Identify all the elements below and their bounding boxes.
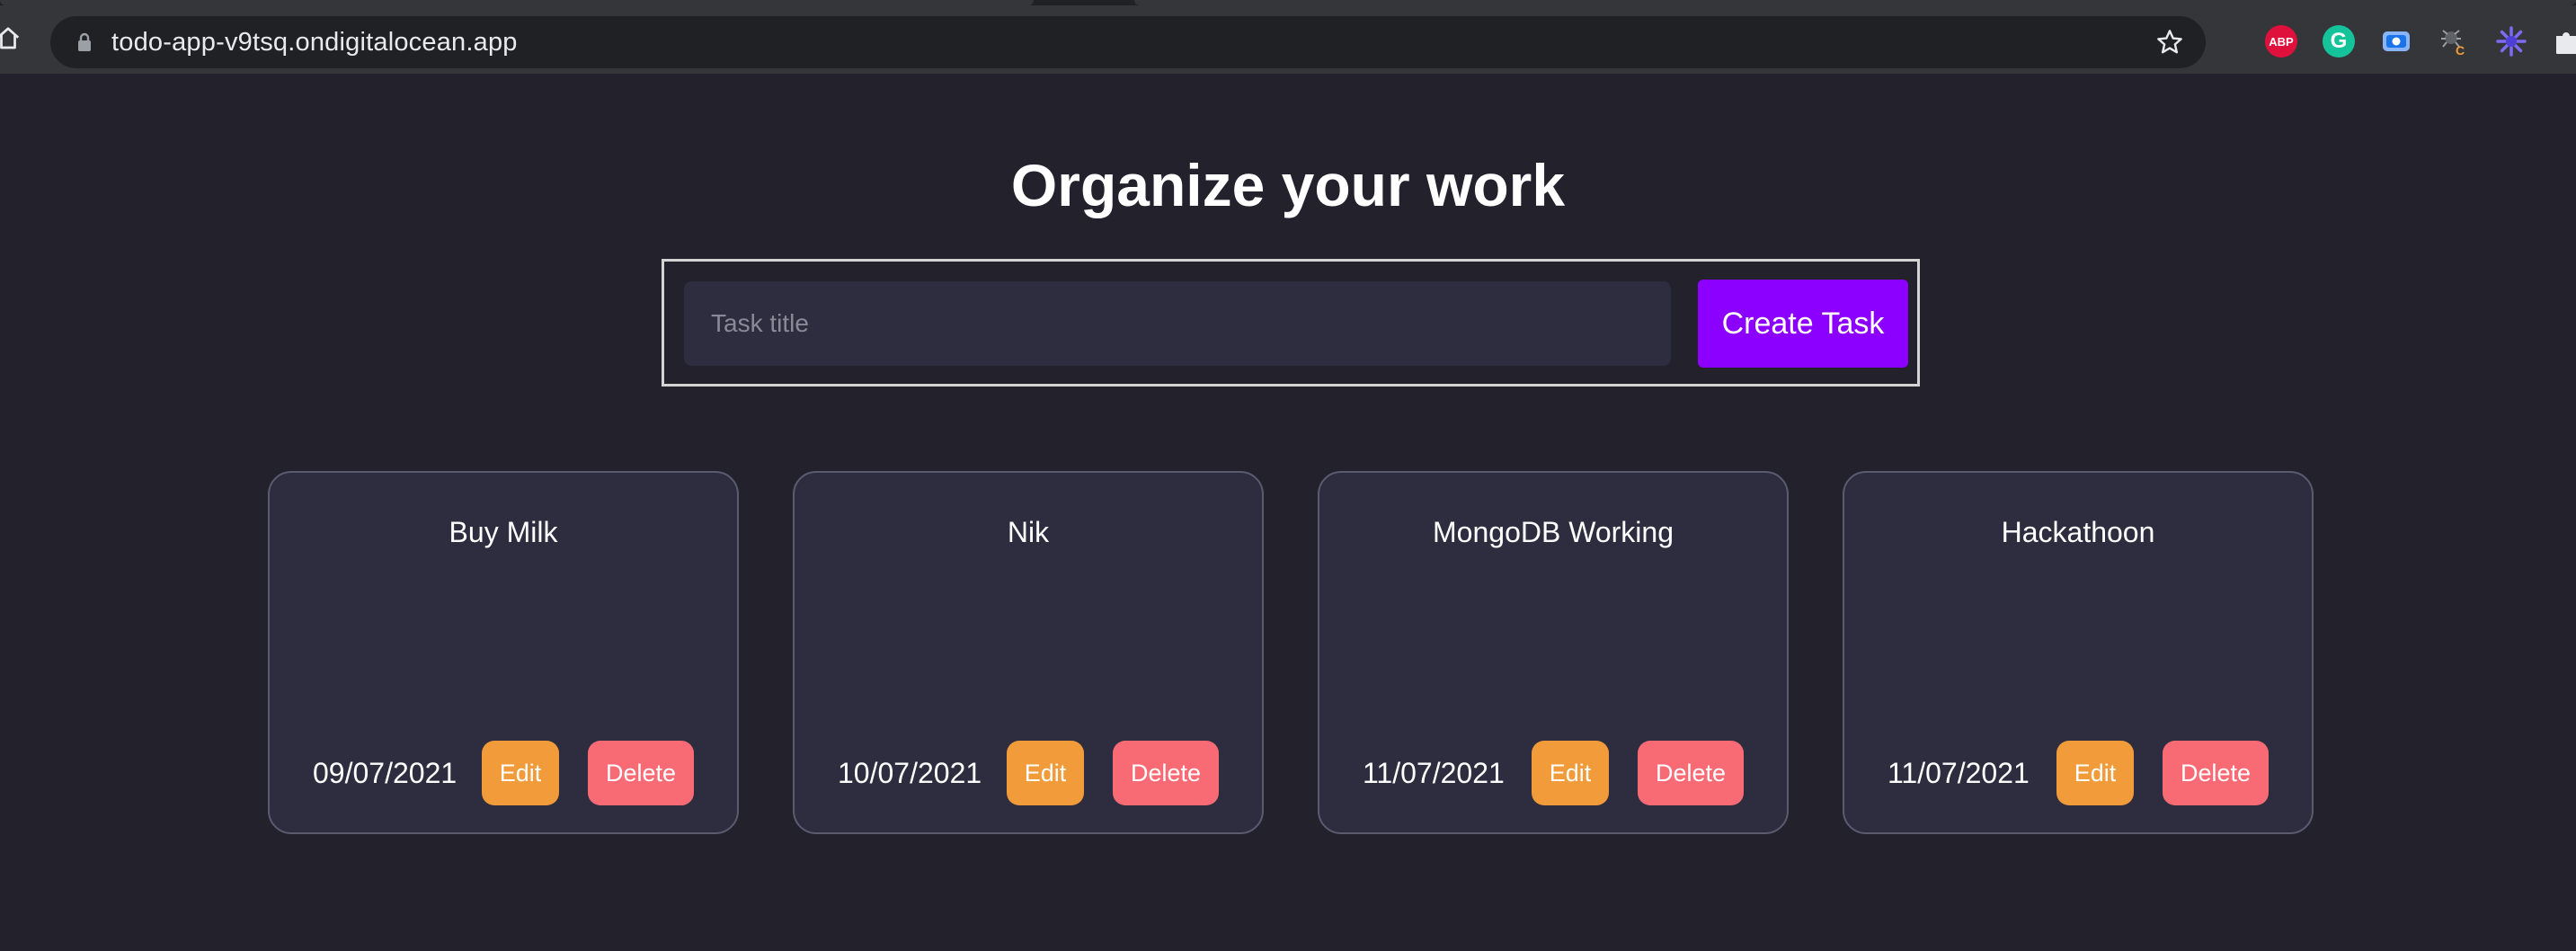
browser-toolbar: todo-app-v9tsq.ondigitalocean.app ABP G … [0, 5, 2576, 74]
task-card: Hackathoon 11/07/2021 Edit Delete [1843, 471, 2314, 834]
gear-extension-icon[interactable] [2495, 25, 2527, 58]
address-bar[interactable]: todo-app-v9tsq.ondigitalocean.app [50, 16, 2206, 68]
task-date: 10/07/2021 [838, 757, 982, 789]
task-date: 11/07/2021 [1363, 757, 1505, 789]
lock-icon[interactable] [76, 32, 93, 52]
create-task-button[interactable]: Create Task [1698, 280, 1908, 368]
puzzle-extensions-icon[interactable] [2551, 25, 2576, 58]
delete-button[interactable]: Delete [1638, 741, 1744, 805]
screen-capture-extension-icon[interactable] [2380, 25, 2412, 58]
task-date: 09/07/2021 [313, 757, 457, 789]
delete-button[interactable]: Delete [588, 741, 694, 805]
task-title: Nik [1007, 516, 1050, 548]
star-icon[interactable] [2155, 28, 2184, 57]
delete-button[interactable]: Delete [1113, 741, 1219, 805]
task-date: 11/07/2021 [1888, 757, 2030, 789]
task-title: MongoDB Working [1433, 516, 1674, 548]
edit-button[interactable]: Edit [1007, 741, 1084, 805]
svg-text:C: C [2456, 43, 2465, 58]
grammarly-extension-icon[interactable]: G [2323, 25, 2355, 58]
home-icon[interactable] [0, 25, 22, 52]
task-title-input[interactable] [684, 281, 1671, 366]
delete-button[interactable]: Delete [2163, 741, 2269, 805]
page-title: Organize your work [1010, 152, 1566, 218]
edit-button[interactable]: Edit [1532, 741, 1609, 805]
task-title: Buy Milk [449, 516, 558, 548]
edit-button[interactable]: Edit [482, 741, 559, 805]
edit-button[interactable]: Edit [2056, 741, 2134, 805]
task-card: Buy Milk 09/07/2021 Edit Delete [268, 471, 739, 834]
create-task-form: Create Task [662, 259, 1920, 387]
adblock-plus-extension-icon[interactable]: ABP [2265, 25, 2297, 58]
task-title: Hackathoon [2001, 516, 2155, 548]
bug-extension-icon[interactable]: C [2438, 25, 2470, 58]
task-card: Nik 10/07/2021 Edit Delete [793, 471, 1264, 834]
task-list: Buy Milk 09/07/2021 Edit Delete Nik 10/0… [0, 471, 2576, 836]
url-text[interactable]: todo-app-v9tsq.ondigitalocean.app [111, 16, 518, 68]
task-card: MongoDB Working 11/07/2021 Edit Delete [1318, 471, 1789, 834]
